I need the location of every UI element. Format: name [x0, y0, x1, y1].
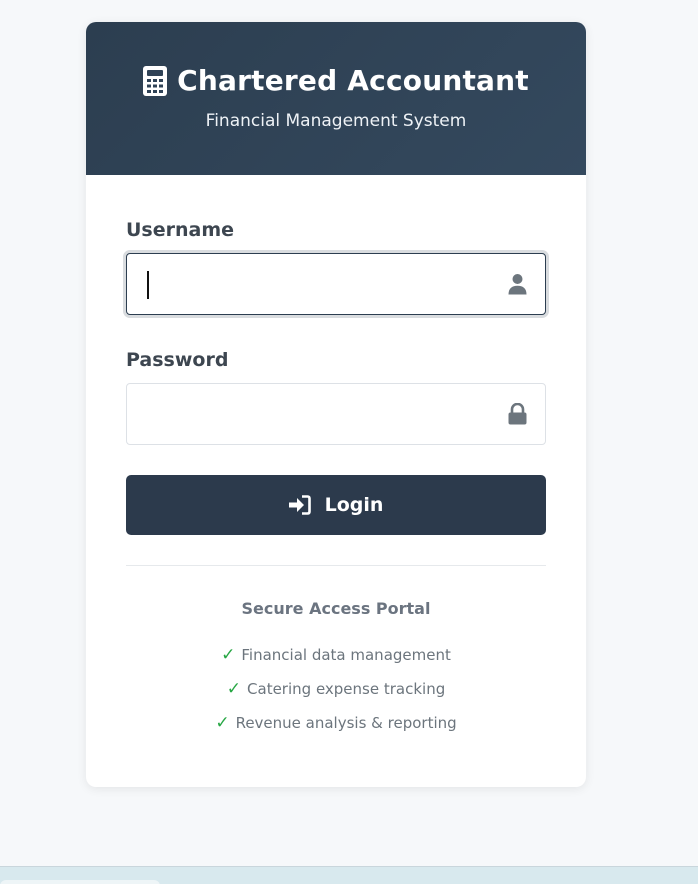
- feature-item: ✓ Financial data management: [126, 645, 546, 679]
- feature-list: ✓ Financial data management ✓ Catering exp…: [126, 645, 546, 747]
- feature-text: Financial data management: [241, 646, 451, 664]
- user-icon: [508, 274, 527, 295]
- username-label: Username: [126, 219, 235, 241]
- title-row: Chartered Accountant: [86, 64, 586, 97]
- feature-item: ✓ Revenue analysis & reporting: [126, 713, 546, 747]
- username-group: Username: [126, 219, 546, 315]
- footer: Secure Access Portal ✓ Financial data man…: [126, 566, 546, 747]
- portal-title: Secure Access Portal: [241, 599, 431, 618]
- app-title: Chartered Accountant: [177, 64, 529, 97]
- password-label: Password: [126, 349, 229, 371]
- feature-text: Catering expense tracking: [247, 680, 446, 698]
- page: Chartered Accountant Financial Managemen…: [0, 0, 698, 884]
- lock-icon: [508, 403, 527, 425]
- sign-in-icon: [288, 495, 311, 515]
- check-icon: ✓: [221, 645, 236, 665]
- feature-item: ✓ Catering expense tracking: [126, 679, 546, 713]
- check-icon: ✓: [226, 679, 242, 699]
- taskbar-tab: [0, 880, 160, 884]
- login-card: Chartered Accountant Financial Managemen…: [86, 22, 586, 787]
- login-button-label: Login: [324, 494, 384, 516]
- username-input[interactable]: [127, 254, 545, 314]
- login-form: Username Password Login Secure Access Po…: [86, 175, 586, 747]
- password-field-wrapper: [126, 383, 546, 445]
- password-input[interactable]: [127, 384, 545, 444]
- text-caret: [147, 271, 149, 299]
- feature-text: Revenue analysis & reporting: [235, 714, 457, 732]
- card-header: Chartered Accountant Financial Managemen…: [86, 22, 586, 175]
- check-icon: ✓: [215, 713, 230, 733]
- username-field-wrapper: [126, 253, 546, 315]
- app-subtitle: Financial Management System: [205, 111, 467, 131]
- calculator-icon: [143, 65, 168, 96]
- password-group: Password: [126, 349, 546, 445]
- login-button[interactable]: Login: [126, 475, 546, 535]
